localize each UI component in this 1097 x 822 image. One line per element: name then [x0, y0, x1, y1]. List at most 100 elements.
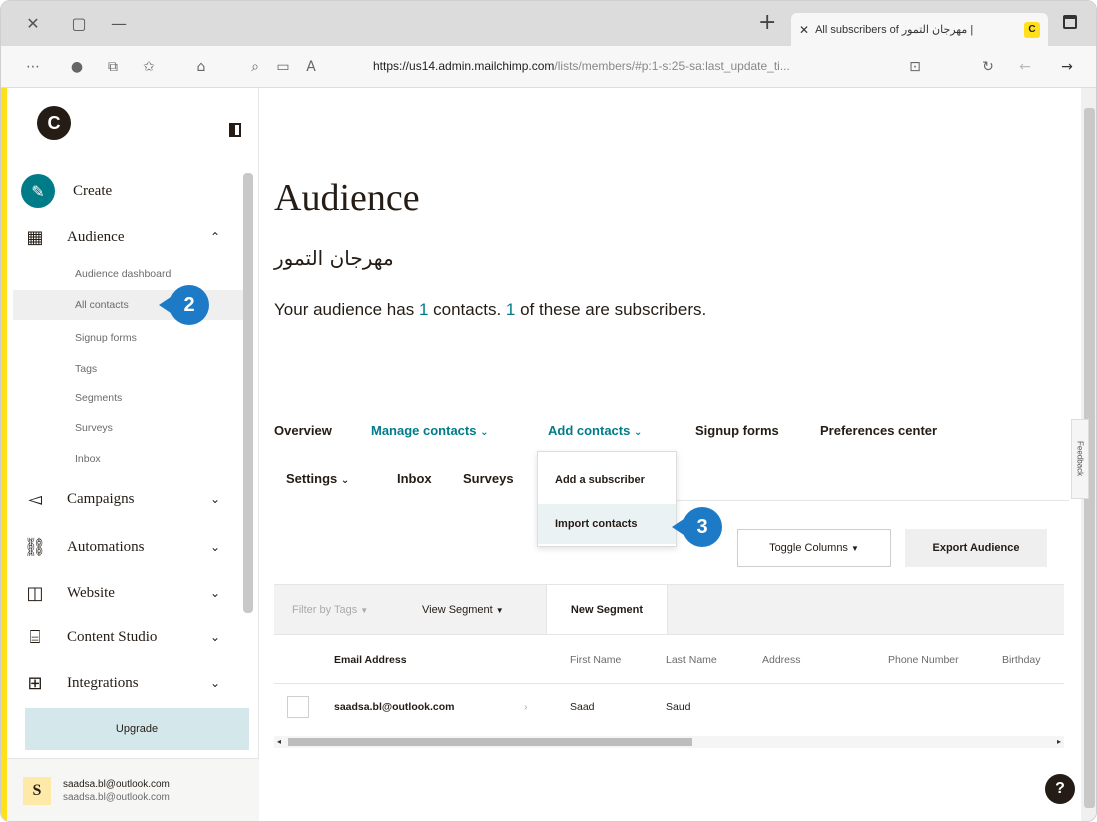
- read-aloud-icon[interactable]: A: [301, 57, 321, 77]
- nav-automations-label: Automations: [67, 538, 145, 555]
- profile-icon[interactable]: ●: [67, 57, 87, 77]
- tab-close-icon[interactable]: ✕: [799, 23, 809, 37]
- view-segment-dropdown[interactable]: View Segment ▼: [422, 585, 504, 635]
- sidebar-item-signup-forms[interactable]: Signup forms: [75, 328, 137, 348]
- minimize-icon[interactable]: —: [107, 11, 131, 35]
- tab-signup-forms[interactable]: Signup forms: [695, 423, 779, 438]
- sidebar-scrollbar[interactable]: [243, 173, 253, 613]
- feedback-tab[interactable]: Feedback: [1071, 419, 1089, 499]
- column-first-name[interactable]: First Name: [570, 635, 621, 685]
- chevron-up-icon[interactable]: ⌃: [210, 230, 220, 244]
- tab-inbox[interactable]: Inbox: [397, 471, 432, 486]
- forward-icon[interactable]: →: [1057, 57, 1077, 77]
- tab-settings[interactable]: Settings ⌄: [286, 471, 349, 486]
- avatar: S: [23, 777, 51, 805]
- tab-preferences-center[interactable]: Preferences center: [820, 423, 937, 438]
- nav-website[interactable]: ◫ Website ⌄: [23, 576, 238, 610]
- scrollbar-thumb[interactable]: [288, 738, 692, 746]
- sidebar-item-audience-dashboard[interactable]: Audience dashboard: [75, 264, 171, 284]
- chevron-down-icon[interactable]: ⌄: [210, 540, 220, 554]
- tab-overview[interactable]: Overview: [274, 423, 332, 438]
- audience-summary: Your audience has 1 contacts. 1 of these…: [274, 300, 706, 320]
- chevron-down-icon[interactable]: ⌄: [210, 676, 220, 690]
- column-last-name[interactable]: Last Name: [666, 635, 717, 685]
- maximize-icon[interactable]: [1063, 15, 1077, 29]
- sidebar: C ✎ Create ▦ Audience ⌃ Audience dashboa…: [7, 88, 259, 821]
- nav-content-studio[interactable]: ⌸ Content Studio ⌄: [23, 620, 238, 654]
- mailchimp-logo-icon[interactable]: C: [37, 106, 71, 140]
- account-menu[interactable]: S saadsa.bl@outlook.com saadsa.bl@outloo…: [7, 758, 259, 821]
- tab-manage-contacts[interactable]: Manage contacts ⌄: [371, 423, 489, 438]
- caret-down-icon: ▼: [495, 605, 504, 615]
- chevron-down-icon[interactable]: ⌄: [210, 630, 220, 644]
- website-icon: ◫: [26, 582, 44, 604]
- chevron-down-icon: ⌄: [633, 427, 643, 438]
- url-field[interactable]: https://us14.admin.mailchimp.com/lists/m…: [373, 59, 893, 73]
- column-address[interactable]: Address: [762, 635, 801, 685]
- chevron-down-icon[interactable]: ⌄: [210, 586, 220, 600]
- scroll-right-icon[interactable]: ▸: [1057, 736, 1061, 748]
- row-expand-icon[interactable]: ›: [524, 684, 528, 730]
- help-button[interactable]: ?: [1045, 774, 1075, 804]
- filter-bar: Filter by Tags ▼ View Segment ▼ New Segm…: [274, 584, 1064, 635]
- chevron-down-icon: ⌄: [480, 427, 489, 438]
- row-last-name: Saud: [666, 701, 691, 713]
- more-icon[interactable]: ⋯: [23, 57, 43, 77]
- new-segment-button[interactable]: New Segment: [546, 585, 668, 635]
- tab-add-contacts[interactable]: Add contacts ⌄: [548, 423, 642, 438]
- content-studio-icon: ⌸: [29, 626, 41, 648]
- export-audience-button[interactable]: Export Audience: [905, 529, 1047, 567]
- tab-add-contacts-label: Add contacts: [548, 423, 631, 438]
- tab-settings-label: Settings: [286, 471, 338, 486]
- column-birthday[interactable]: Birthday: [1002, 635, 1041, 685]
- column-phone[interactable]: Phone Number: [888, 635, 959, 685]
- sidebar-item-inbox[interactable]: Inbox: [75, 449, 101, 469]
- filter-by-tags[interactable]: Filter by Tags ▼: [292, 585, 368, 635]
- table-horizontal-scrollbar[interactable]: ◂ ▸: [274, 736, 1064, 748]
- page-title: Audience: [274, 177, 420, 219]
- refresh-icon[interactable]: ↻: [978, 57, 998, 77]
- sidebar-item-surveys[interactable]: Surveys: [75, 418, 113, 438]
- sidebar-item-segments[interactable]: Segments: [75, 388, 122, 408]
- back-icon[interactable]: ←: [1015, 57, 1035, 77]
- nav-automations[interactable]: ⛓ Automations ⌄: [23, 530, 238, 564]
- favorites-icon[interactable]: ✩: [139, 57, 159, 77]
- chevron-down-icon: ⌄: [340, 475, 350, 486]
- table-header: Email Address First Name Last Name Addre…: [274, 634, 1064, 684]
- nav-audience[interactable]: ▦ Audience ⌃: [23, 220, 238, 254]
- tab-surveys[interactable]: Surveys: [463, 471, 514, 486]
- url-path: /lists/members/#p:1-s:25-sa:last_update_…: [554, 59, 790, 73]
- step-callout-3: 3: [672, 507, 722, 547]
- collections-icon[interactable]: ⧉: [103, 57, 123, 77]
- nav-create[interactable]: ✎ Create: [21, 174, 238, 208]
- reader-icon[interactable]: ▭: [273, 57, 293, 77]
- nav-campaigns-label: Campaigns: [67, 490, 135, 507]
- add-contacts-dropdown: Add a subscriber Import contacts: [537, 451, 677, 547]
- nav-campaigns[interactable]: ◅ Campaigns ⌄: [23, 482, 238, 516]
- sidebar-item-all-contacts[interactable]: All contacts: [75, 295, 129, 315]
- row-email[interactable]: saadsa.bl@outlook.com: [334, 684, 455, 730]
- browser-tab[interactable]: ✕ All subscribers of مهرجان التمور | C: [791, 13, 1048, 46]
- row-checkbox[interactable]: [287, 696, 309, 718]
- upgrade-button[interactable]: Upgrade: [25, 708, 249, 750]
- tab-actions-icon[interactable]: ▢: [67, 11, 91, 35]
- sidebar-collapse-icon[interactable]: [229, 123, 241, 137]
- toggle-columns-button[interactable]: Toggle Columns ▼: [737, 529, 891, 567]
- table-row[interactable]: saadsa.bl@outlook.com › Saad Saud: [274, 684, 1064, 730]
- close-icon[interactable]: ✕: [21, 11, 45, 35]
- menu-item-import-contacts[interactable]: Import contacts: [538, 504, 676, 544]
- sidebar-item-tags[interactable]: Tags: [75, 359, 97, 379]
- subscribers-count: 1: [505, 300, 516, 319]
- search-icon[interactable]: ⌕: [245, 57, 265, 77]
- scroll-left-icon[interactable]: ◂: [277, 736, 281, 748]
- step-callout-2: 2: [159, 285, 209, 325]
- nav-integrations[interactable]: ⊞ Integrations ⌄: [23, 666, 238, 700]
- new-tab-icon[interactable]: +: [758, 11, 776, 35]
- home-icon[interactable]: ⌂: [191, 57, 211, 77]
- menu-item-add-subscriber[interactable]: Add a subscriber: [538, 460, 676, 500]
- column-email[interactable]: Email Address: [334, 635, 407, 685]
- caret-down-icon: ▼: [360, 605, 369, 615]
- chevron-down-icon[interactable]: ⌄: [210, 492, 220, 506]
- contacts-count: 1: [418, 300, 429, 319]
- filter-by-tags-label: Filter by Tags: [292, 604, 358, 616]
